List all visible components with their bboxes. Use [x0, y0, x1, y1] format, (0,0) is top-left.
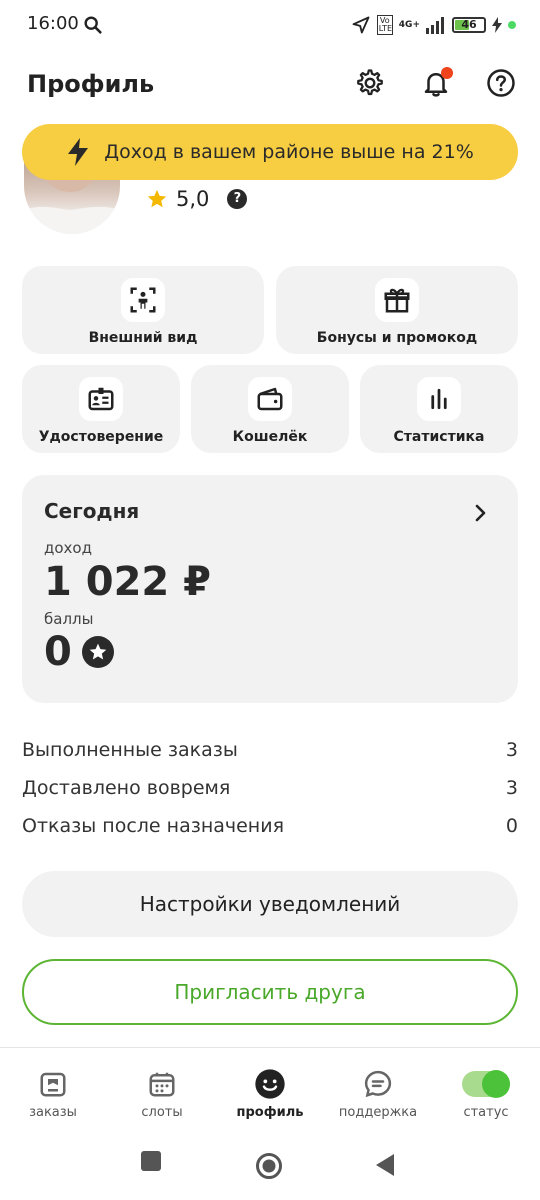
- back-button-icon[interactable]: [374, 1153, 396, 1177]
- tile-wallet[interactable]: Кошелёк: [191, 365, 349, 453]
- nav-profile[interactable]: профиль: [220, 1068, 320, 1120]
- tile-appearance[interactable]: Внешний вид: [22, 266, 264, 354]
- signal-icon: [426, 17, 444, 34]
- nav-label: профиль: [236, 1105, 304, 1120]
- orders-icon: [37, 1068, 69, 1100]
- battery-level: 46: [461, 18, 477, 31]
- status-toggle[interactable]: [462, 1070, 510, 1098]
- income-label: доход: [44, 539, 92, 557]
- page-title: Профиль: [27, 70, 155, 98]
- volte-badge: Vo LTE: [376, 15, 393, 35]
- stat-value: 3: [505, 739, 518, 761]
- tile-label: Бонусы и промокод: [316, 330, 478, 346]
- points-star-icon: [81, 636, 114, 668]
- nav-label: слоты: [141, 1105, 183, 1120]
- tile-id-card[interactable]: Удостоверение: [22, 365, 180, 453]
- status-indicators: Vo LTE 4G+ 46: [351, 12, 516, 38]
- banner-text: Доход в вашем районе выше на 21%: [104, 141, 474, 163]
- stat-label: Отказы после назначения: [22, 815, 285, 837]
- stat-value: 3: [505, 777, 518, 799]
- tile-statistics[interactable]: Статистика: [360, 365, 518, 453]
- income-banner[interactable]: Доход в вашем районе выше на 21%: [22, 124, 518, 180]
- stat-refusals: Отказы после назначения 0: [22, 815, 518, 837]
- star-icon: [147, 189, 167, 208]
- stat-completed-orders: Выполненные заказы 3: [22, 739, 518, 761]
- smile-icon: [254, 1068, 286, 1100]
- toggle-icon[interactable]: [461, 1068, 511, 1100]
- tile-label: Удостоверение: [38, 429, 164, 445]
- chat-icon: [362, 1068, 394, 1100]
- stat-value: 0: [505, 815, 518, 837]
- today-title: Сегодня: [44, 499, 140, 523]
- nav-slots[interactable]: слоты: [112, 1068, 212, 1120]
- gift-icon: [375, 278, 419, 322]
- battery-icon: 46: [452, 17, 486, 33]
- stat-label: Выполненные заказы: [22, 739, 238, 761]
- calendar-icon: [146, 1068, 178, 1100]
- stat-on-time: Доставлено вовремя 3: [22, 777, 518, 799]
- points-row: 0: [44, 629, 114, 675]
- invite-friend-button[interactable]: Пригласить друга: [22, 959, 518, 1025]
- nav-label: поддержка: [338, 1105, 418, 1120]
- appearance-icon: [121, 278, 165, 322]
- location-icon: [352, 16, 370, 34]
- notifications-button[interactable]: [421, 67, 453, 98]
- income-value: 1 022 ₽: [44, 559, 212, 605]
- nav-support[interactable]: поддержка: [328, 1068, 428, 1120]
- home-button-icon[interactable]: [255, 1152, 283, 1180]
- status-time: 16:00: [27, 13, 79, 34]
- points-label: баллы: [44, 610, 94, 628]
- charging-icon: [492, 17, 502, 33]
- stats-icon: [417, 377, 461, 421]
- rating-row: 5,0 ?: [146, 186, 248, 212]
- notification-dot: [441, 67, 453, 79]
- stat-label: Доставлено вовремя: [22, 777, 231, 799]
- tile-bonuses[interactable]: Бонусы и промокод: [276, 266, 518, 354]
- lightning-icon: [68, 138, 89, 166]
- status-toggle-knob: [482, 1070, 510, 1098]
- help-icon[interactable]: [486, 68, 516, 98]
- nav-label: заказы: [29, 1105, 77, 1120]
- nav-orders[interactable]: заказы: [3, 1068, 103, 1120]
- points-value: 0: [44, 629, 72, 675]
- recents-button-icon[interactable]: [140, 1150, 162, 1172]
- gear-icon[interactable]: [355, 68, 385, 98]
- status-bar: 16:00 Vo LTE 4G+ 46: [0, 0, 540, 52]
- tile-label: Внешний вид: [88, 330, 198, 346]
- rating-help-icon[interactable]: ?: [227, 189, 248, 209]
- nav-label: статус: [463, 1105, 509, 1120]
- network-type: 4G+: [398, 19, 420, 30]
- privacy-dot: [508, 21, 516, 29]
- tile-label: Кошелёк: [232, 429, 308, 445]
- wallet-icon: [248, 377, 292, 421]
- search-icon: [84, 16, 102, 34]
- rating-value: 5,0: [176, 187, 210, 211]
- nav-status[interactable]: статус: [436, 1068, 536, 1120]
- notification-settings-button[interactable]: Настройки уведомлений: [22, 871, 518, 937]
- today-card[interactable]: Сегодня доход 1 022 ₽ баллы 0: [22, 475, 518, 703]
- chevron-right-icon: [475, 504, 486, 522]
- nav-divider: [0, 1047, 540, 1048]
- id-card-icon: [79, 377, 123, 421]
- tile-label: Статистика: [393, 429, 485, 445]
